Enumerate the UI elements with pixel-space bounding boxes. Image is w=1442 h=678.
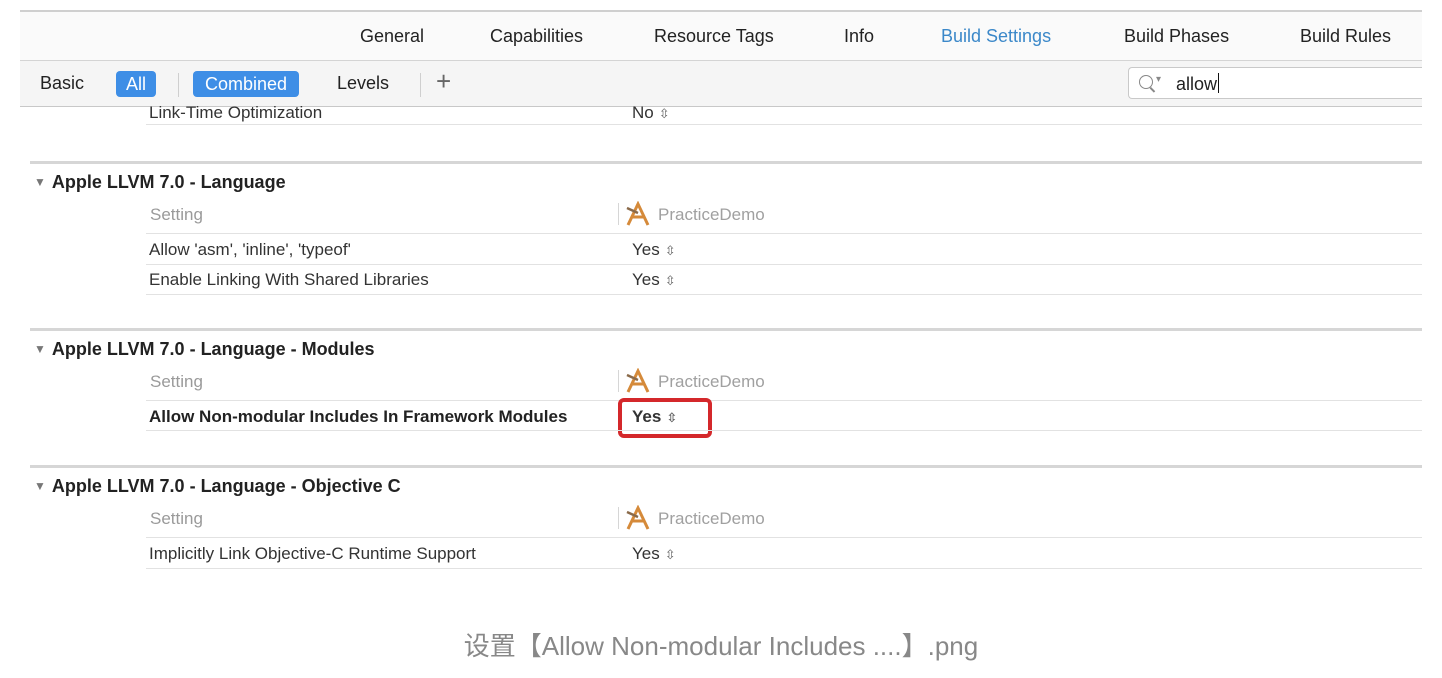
column-separator bbox=[618, 203, 619, 225]
filter-separator bbox=[420, 73, 421, 97]
setting-name: Implicitly Link Objective-C Runtime Supp… bbox=[149, 544, 476, 563]
text-cursor bbox=[1218, 73, 1220, 93]
section-divider bbox=[30, 328, 1422, 331]
section-divider bbox=[30, 161, 1422, 164]
search-input[interactable]: allow bbox=[1176, 73, 1220, 95]
section-header-language[interactable]: ▼ Apple LLVM 7.0 - Language bbox=[34, 172, 286, 193]
highlight-annotation-box bbox=[618, 398, 712, 438]
image-caption: 设置【Allow Non-modular Includes ....】.png bbox=[463, 631, 979, 661]
disclosure-triangle-icon[interactable]: ▼ bbox=[34, 175, 46, 189]
stepper-icon: ⇳ bbox=[664, 273, 676, 288]
setting-value[interactable]: Yes ⇳ bbox=[632, 240, 676, 260]
disclosure-triangle-icon[interactable]: ▼ bbox=[34, 479, 46, 493]
row-divider bbox=[146, 124, 1422, 125]
stepper-icon: ⇳ bbox=[658, 106, 670, 121]
filter-separator bbox=[178, 73, 179, 97]
column-separator bbox=[618, 370, 619, 392]
column-header-setting: Setting bbox=[150, 509, 203, 528]
disclosure-triangle-icon[interactable]: ▼ bbox=[34, 342, 46, 356]
editor-tab-bar: General Capabilities Resource Tags Info … bbox=[20, 12, 1422, 61]
column-header-target: PracticeDemo bbox=[658, 372, 765, 391]
section-header-modules[interactable]: ▼ Apple LLVM 7.0 - Language - Modules bbox=[34, 339, 375, 360]
row-divider bbox=[146, 264, 1422, 265]
setting-name: Allow Non-modular Includes In Framework … bbox=[149, 407, 568, 426]
tab-general[interactable]: General bbox=[360, 26, 424, 47]
section-divider bbox=[30, 465, 1422, 468]
row-divider bbox=[146, 568, 1422, 569]
column-separator bbox=[618, 507, 619, 529]
filter-combined-button[interactable]: Combined bbox=[193, 71, 300, 97]
row-divider bbox=[146, 294, 1422, 295]
filter-all-button[interactable]: All bbox=[116, 71, 157, 97]
tab-build-settings[interactable]: Build Settings bbox=[941, 26, 1051, 47]
add-setting-button[interactable]: + bbox=[436, 66, 451, 97]
xcode-target-icon bbox=[626, 201, 650, 226]
search-field[interactable]: ▾ allow bbox=[1128, 67, 1422, 99]
row-divider bbox=[146, 400, 1422, 401]
column-header-target: PracticeDemo bbox=[658, 205, 765, 224]
filter-basic-button[interactable]: Basic bbox=[40, 73, 84, 94]
setting-value[interactable]: No ⇳ bbox=[632, 103, 670, 123]
search-icon bbox=[1139, 75, 1153, 89]
column-header-target: PracticeDemo bbox=[658, 509, 765, 528]
row-divider bbox=[146, 537, 1422, 538]
tab-info[interactable]: Info bbox=[844, 26, 874, 47]
stepper-icon: ⇳ bbox=[664, 547, 676, 562]
tab-build-rules[interactable]: Build Rules bbox=[1300, 26, 1391, 47]
row-divider bbox=[146, 430, 1422, 431]
section-header-objective-c[interactable]: ▼ Apple LLVM 7.0 - Language - Objective C bbox=[34, 476, 401, 497]
setting-value[interactable]: Yes ⇳ bbox=[632, 544, 676, 564]
build-settings-filter-bar: Basic All Combined Levels + ▾ allow bbox=[20, 61, 1422, 107]
stepper-icon: ⇳ bbox=[664, 243, 676, 258]
setting-name: Link-Time Optimization bbox=[149, 103, 323, 122]
setting-name: Enable Linking With Shared Libraries bbox=[149, 270, 429, 289]
xcode-target-icon bbox=[626, 368, 650, 393]
tab-build-phases[interactable]: Build Phases bbox=[1124, 26, 1229, 47]
tab-capabilities[interactable]: Capabilities bbox=[490, 26, 583, 47]
xcode-target-icon bbox=[626, 505, 650, 530]
column-header-setting: Setting bbox=[150, 205, 203, 224]
column-header-setting: Setting bbox=[150, 372, 203, 391]
chevron-down-icon: ▾ bbox=[1156, 74, 1162, 85]
setting-name: Allow 'asm', 'inline', 'typeof' bbox=[149, 240, 351, 259]
filter-levels-button[interactable]: Levels bbox=[337, 73, 389, 94]
row-divider bbox=[146, 233, 1422, 234]
setting-value[interactable]: Yes ⇳ bbox=[632, 270, 676, 290]
tab-resource-tags[interactable]: Resource Tags bbox=[654, 26, 774, 47]
